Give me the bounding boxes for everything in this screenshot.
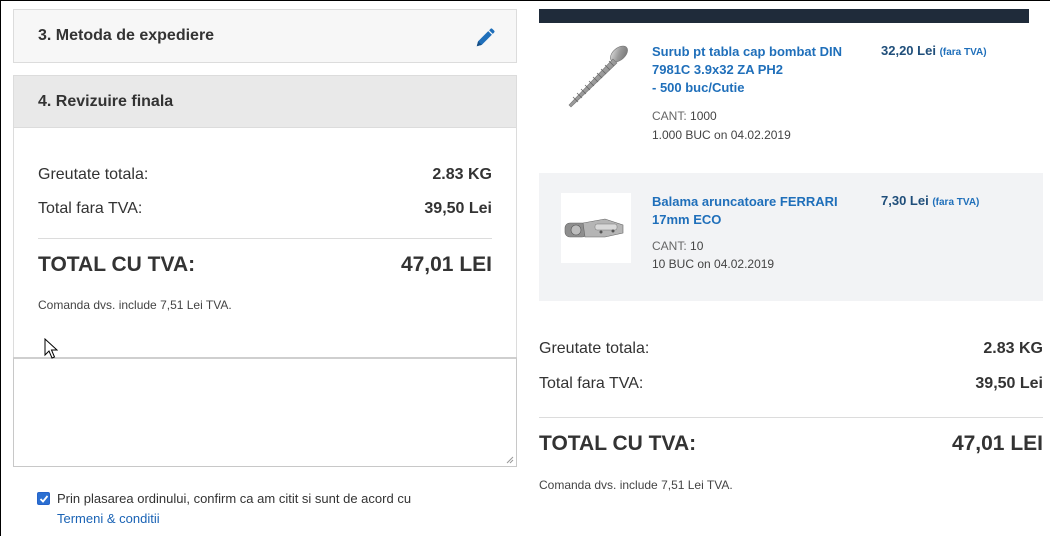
pencil-icon[interactable]	[474, 27, 496, 49]
grand-total-label: TOTAL CU TVA:	[539, 432, 697, 455]
product-price: 32,20 Lei (fara TVA)	[881, 43, 987, 58]
product-name-link[interactable]: Surub pt tabla cap bombat DIN 7981C 3.9x…	[652, 43, 882, 97]
quantity-value: 1000	[690, 109, 717, 123]
product-price: 7,30 Lei (fara TVA)	[881, 193, 979, 208]
total-weight-label: Greutate totala:	[38, 166, 149, 183]
total-weight-value: 2.83 KG	[983, 340, 1043, 357]
checkout-page: 3. Metoda de expediere 4. Revizuire fina…	[0, 0, 1050, 536]
shipping-method-title: 3. Metoda de expediere	[38, 27, 215, 44]
terms-agreement: Prin plasarea ordinului, confirm ca am c…	[37, 489, 507, 529]
grand-total-row: TOTAL CU TVA: 47,01 LEI	[539, 432, 1043, 456]
final-review-title: 4. Revizuire finala	[38, 92, 174, 110]
quantity-label: CANT:	[652, 109, 687, 123]
product-quantity: CANT: 1000	[652, 109, 717, 123]
terms-checkbox[interactable]	[37, 492, 50, 505]
terms-link[interactable]: Termeni & conditii	[37, 509, 507, 529]
frame-border-top	[0, 0, 1050, 1]
cart-item: Surub pt tabla cap bombat DIN 7981C 3.9x…	[539, 23, 1043, 173]
price-value: 7,30 Lei	[881, 193, 929, 208]
cart-item: Balama aruncatoare FERRARI 17mm ECO 7,30…	[539, 173, 1043, 301]
mouse-pointer-icon	[44, 338, 58, 359]
subtotal-value: 39,50 Lei	[424, 200, 492, 217]
summary-divider	[539, 417, 1043, 418]
subtotal-label: Total fara TVA:	[539, 375, 644, 392]
summary-divider	[38, 238, 492, 239]
product-name-link[interactable]: Balama aruncatoare FERRARI 17mm ECO	[652, 193, 882, 229]
screw-image[interactable]	[561, 43, 631, 113]
resize-grip-icon[interactable]	[506, 456, 514, 464]
quantity-value: 10	[690, 239, 704, 253]
product-quantity: CANT: 10	[652, 239, 703, 253]
subtotal-row: Total fara TVA: 39,50 Lei	[38, 200, 492, 218]
vat-note: Comanda dvs. include 7,51 Lei TVA.	[38, 298, 232, 312]
grand-total-row: TOTAL CU TVA: 47,01 LEI	[38, 253, 492, 277]
price-vat-note: (fara TVA)	[939, 47, 987, 58]
product-shipping-info: 10 BUC on 04.02.2019	[652, 257, 775, 271]
order-comment-textarea[interactable]	[13, 357, 517, 467]
product-shipping-info: 1.000 BUC on 04.02.2019	[652, 128, 791, 142]
vat-note: Comanda dvs. include 7,51 Lei TVA.	[539, 478, 733, 492]
subtotal-value: 39,50 Lei	[975, 375, 1043, 392]
total-weight-label: Greutate totala:	[539, 340, 650, 357]
order-summary: Greutate totala: 2.83 KG Total fara TVA:…	[13, 128, 517, 357]
frame-border-left	[0, 0, 1, 536]
price-vat-note: (fara TVA)	[932, 197, 980, 208]
checkout-steps: 3. Metoda de expediere 4. Revizuire fina…	[13, 9, 517, 467]
cart-items: Surub pt tabla cap bombat DIN 7981C 3.9x…	[539, 23, 1043, 301]
final-review-step: 4. Revizuire finala	[13, 75, 517, 128]
subtotal-label: Total fara TVA:	[38, 200, 143, 217]
subtotal-row: Total fara TVA: 39,50 Lei	[539, 375, 1043, 393]
total-weight-row: Greutate totala: 2.83 KG	[38, 166, 492, 184]
checkmark-icon	[39, 494, 48, 503]
shipping-method-step[interactable]: 3. Metoda de expediere	[13, 9, 517, 63]
total-weight-value: 2.83 KG	[432, 166, 492, 183]
grand-total-label: TOTAL CU TVA:	[38, 253, 196, 276]
price-value: 32,20 Lei	[881, 43, 936, 58]
grand-total-value: 47,01 LEI	[400, 253, 492, 276]
cart-summary: Greutate totala: 2.83 KG Total fara TVA:…	[539, 340, 1043, 492]
grand-total-value: 47,01 LEI	[951, 432, 1043, 455]
cart-header-bar	[539, 9, 1029, 23]
quantity-label: CANT:	[652, 239, 687, 253]
hinge-image[interactable]	[561, 193, 631, 263]
terms-text: Prin plasarea ordinului, confirm ca am c…	[57, 491, 412, 506]
total-weight-row: Greutate totala: 2.83 KG	[539, 340, 1043, 358]
